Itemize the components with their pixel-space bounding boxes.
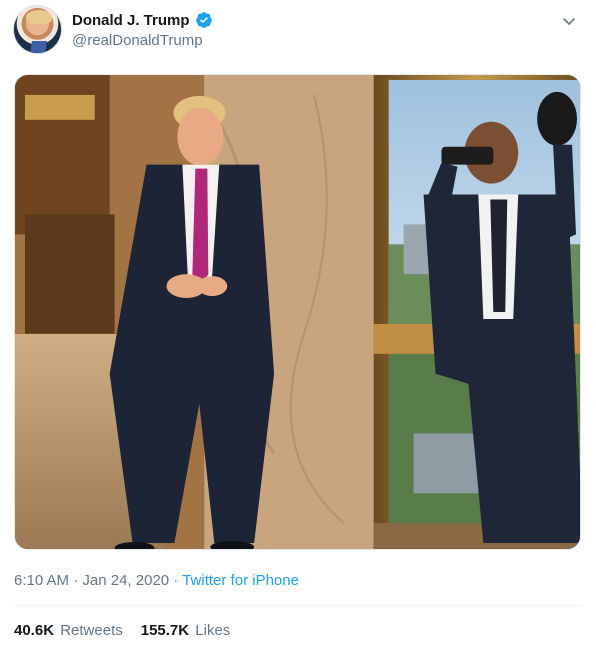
- display-name[interactable]: Donald J. Trump: [72, 12, 190, 29]
- retweets-label: Retweets: [60, 622, 123, 639]
- tweet-source-link[interactable]: Twitter for iPhone: [182, 572, 299, 589]
- tweet-date[interactable]: Jan 24, 2020: [82, 572, 169, 589]
- photo-illustration: [15, 75, 580, 549]
- user-info: Donald J. Trump @realDonaldTrump: [72, 10, 213, 49]
- divider: [14, 605, 582, 606]
- likes-stat[interactable]: 155.7K Likes: [141, 622, 231, 639]
- retweets-stat[interactable]: 40.6K Retweets: [14, 622, 123, 639]
- verified-badge-icon: [195, 11, 213, 29]
- tweet-meta: 6:10 AM · Jan 24, 2020 · Twitter for iPh…: [14, 572, 299, 589]
- tweet-card: Donald J. Trump @realDonaldTrump 6:10 AM…: [0, 0, 596, 653]
- retweets-count: 40.6K: [14, 622, 55, 639]
- tweet-stats: 40.6K Retweets 155.7K Likes: [14, 622, 230, 639]
- tweet-time[interactable]: 6:10 AM: [14, 572, 69, 589]
- meta-separator: ·: [73, 572, 79, 589]
- chevron-down-icon[interactable]: [560, 12, 577, 29]
- user-handle[interactable]: @realDonaldTrump: [72, 32, 213, 49]
- name-row: Donald J. Trump: [72, 10, 213, 30]
- meta-separator: ·: [173, 572, 179, 589]
- likes-label: Likes: [195, 622, 231, 639]
- tweet-photo[interactable]: [14, 74, 581, 550]
- likes-count: 155.7K: [140, 622, 190, 639]
- profile-avatar[interactable]: [13, 5, 62, 54]
